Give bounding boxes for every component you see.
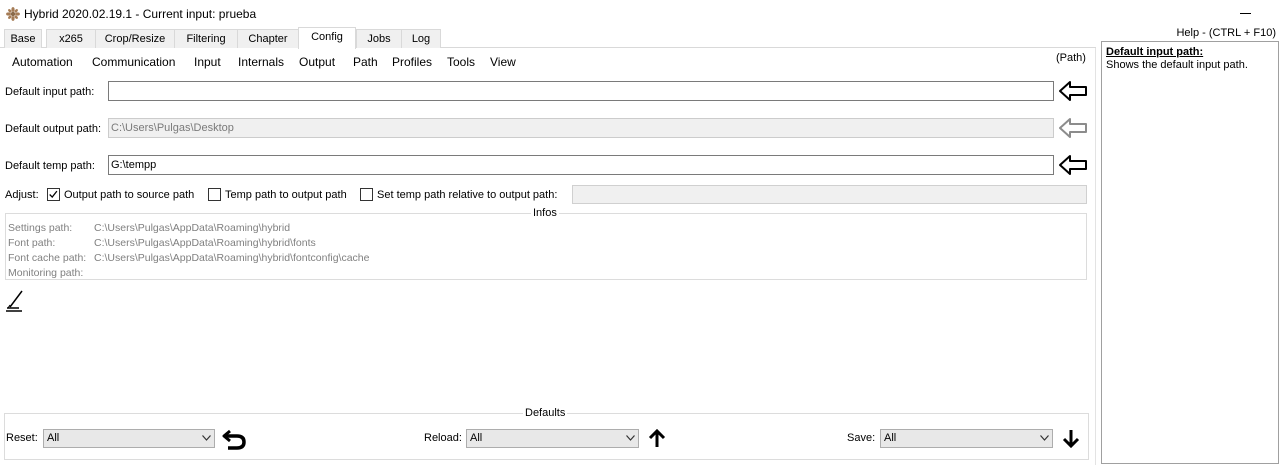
help-title: Default input path: [1106, 46, 1204, 58]
settings-path-value: C:\Users\Pulgas\AppData\Roaming\hybrid [94, 222, 291, 234]
reload-label: Reload: [424, 432, 462, 444]
chevron-down-icon [1040, 435, 1049, 441]
arrow-down-icon[interactable] [1062, 429, 1080, 448]
default-output-path-label: Default output path: [5, 123, 102, 135]
reset-select-value: All [47, 432, 60, 444]
subtab-automation[interactable]: Automation [12, 55, 73, 69]
tab-filtering[interactable]: Filtering [174, 29, 238, 48]
window-title: Hybrid 2020.02.19.1 - Current input: pru… [24, 7, 257, 21]
output-to-source-checkbox[interactable] [47, 188, 60, 201]
chevron-down-icon [202, 435, 211, 441]
settings-path-key: Settings path: [8, 222, 73, 234]
help-header: Help - (CTRL + F10) [1176, 27, 1276, 39]
tab-x265[interactable]: x265 [46, 29, 96, 48]
adjust-label: Adjust: [5, 189, 39, 201]
monitoring-path-key: Monitoring path: [8, 267, 84, 279]
minimize-icon[interactable] [1240, 13, 1251, 14]
help-panel [1101, 41, 1279, 464]
reload-select-value: All [470, 432, 483, 444]
output-to-source-label: Output path to source path [64, 189, 195, 201]
temp-to-output-label: Temp path to output path [225, 189, 347, 201]
default-input-path-field[interactable] [108, 81, 1054, 101]
chevron-down-icon [626, 435, 635, 441]
defaults-title: Defaults [523, 407, 568, 419]
tab-crop-resize[interactable]: Crop/Resize [95, 29, 175, 48]
default-temp-path-field[interactable]: G:\tempp [108, 155, 1054, 175]
section-tag: (Path) [1056, 52, 1086, 64]
save-select-value: All [884, 432, 897, 444]
subtab-profiles[interactable]: Profiles [392, 55, 432, 69]
reset-select[interactable]: All [43, 429, 215, 448]
font-cache-path-value: C:\Users\Pulgas\AppData\Roaming\hybrid\f… [94, 252, 370, 264]
tab-log[interactable]: Log [401, 29, 441, 48]
default-input-path-label: Default input path: [5, 86, 95, 98]
font-path-key: Font path: [8, 237, 56, 249]
font-cache-path-key: Font cache path: [8, 252, 87, 264]
subtab-output[interactable]: Output [299, 55, 335, 69]
temp-relative-checkbox[interactable] [360, 188, 373, 201]
broom-icon[interactable] [5, 289, 25, 315]
arrow-left-icon[interactable] [1058, 154, 1088, 176]
help-body: Shows the default input path. [1106, 59, 1248, 71]
subtab-internals[interactable]: Internals [238, 55, 284, 69]
temp-relative-label: Set temp path relative to output path: [377, 189, 558, 201]
tab-config[interactable]: Config [298, 27, 356, 49]
default-output-path-field[interactable]: C:\Users\Pulgas\Desktop [108, 118, 1054, 138]
subtab-communication[interactable]: Communication [92, 55, 175, 69]
font-path-value: C:\Users\Pulgas\AppData\Roaming\hybrid\f… [94, 237, 316, 249]
tab-base[interactable]: Base [4, 29, 42, 48]
save-label: Save: [847, 432, 876, 444]
arrow-left-icon[interactable] [1058, 117, 1088, 139]
temp-to-output-checkbox[interactable] [208, 188, 221, 201]
infos-title: Infos [531, 207, 559, 219]
subtab-input[interactable]: Input [194, 55, 221, 69]
arrow-up-icon[interactable] [648, 429, 666, 448]
checkmark-icon [49, 190, 58, 198]
reload-select[interactable]: All [466, 429, 639, 448]
subtab-path[interactable]: Path [353, 55, 378, 69]
panel-divider[interactable] [1095, 48, 1096, 465]
temp-relative-field[interactable] [572, 185, 1087, 204]
subtab-view[interactable]: View [490, 55, 516, 69]
undo-icon[interactable] [221, 427, 247, 451]
default-temp-path-label: Default temp path: [5, 160, 95, 172]
tab-chapter[interactable]: Chapter [237, 29, 299, 48]
save-select[interactable]: All [880, 429, 1053, 448]
arrow-left-icon[interactable] [1058, 80, 1088, 102]
subtab-tools[interactable]: Tools [447, 55, 475, 69]
hybrid-app-icon [6, 7, 20, 21]
reset-label: Reset: [6, 432, 38, 444]
tab-jobs[interactable]: Jobs [356, 29, 402, 48]
